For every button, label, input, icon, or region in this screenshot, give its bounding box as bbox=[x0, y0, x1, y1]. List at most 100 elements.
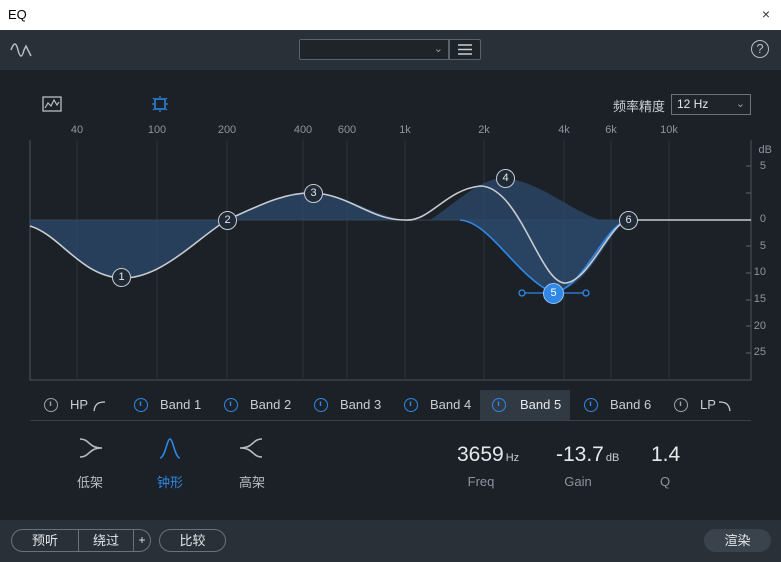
band-label: HP bbox=[70, 397, 89, 412]
preset-menu-button[interactable] bbox=[449, 39, 481, 60]
shape-label: 钟形 bbox=[156, 475, 183, 490]
shape-high-shelf[interactable]: 高架 bbox=[232, 436, 272, 492]
db-tick-label: 25 bbox=[753, 346, 766, 358]
eq-node-2[interactable]: 2 bbox=[218, 211, 237, 230]
shape-label: 高架 bbox=[238, 475, 265, 490]
band-tabs: HP Band 1 Band 2 Band 3 Band 4 Band 5 Ba… bbox=[30, 390, 751, 421]
freq-number: 3659 bbox=[457, 443, 504, 466]
power-icon[interactable] bbox=[404, 398, 418, 412]
power-icon[interactable] bbox=[224, 398, 238, 412]
node-label: 4 bbox=[502, 172, 509, 184]
eq-curve-icon[interactable] bbox=[10, 40, 32, 65]
node-label: 5 bbox=[550, 287, 557, 299]
freq-tick-label: 40 bbox=[70, 124, 84, 136]
bell-icon bbox=[159, 438, 181, 459]
shape-bell[interactable]: 钟形 bbox=[150, 436, 190, 492]
q-control[interactable]: 1.4 Q bbox=[635, 441, 695, 491]
db-tick-label: 20 bbox=[753, 320, 766, 332]
gain-value: -13.7 dB bbox=[556, 443, 619, 467]
toolbar: ⌄ ? bbox=[0, 30, 781, 70]
close-button[interactable]: × bbox=[756, 4, 776, 24]
power-icon[interactable] bbox=[492, 398, 506, 412]
band-label: Band 3 bbox=[340, 397, 382, 412]
render-button[interactable]: 渲染 bbox=[704, 529, 771, 552]
eq-node-1[interactable]: 1 bbox=[112, 268, 131, 287]
precision-dropdown[interactable]: 12 Hz ⌄ bbox=[671, 94, 751, 115]
power-icon[interactable] bbox=[584, 398, 598, 412]
freq-tick-label: 100 bbox=[147, 124, 167, 136]
freq-tick-label: 200 bbox=[217, 124, 237, 136]
q-label: Q bbox=[659, 474, 671, 489]
gain-unit: dB bbox=[605, 452, 620, 464]
band-tab-2[interactable]: Band 2 bbox=[222, 390, 302, 420]
band-label: Band 1 bbox=[160, 397, 202, 412]
hamburger-icon bbox=[458, 44, 472, 55]
freq-value: 3659 Hz bbox=[457, 443, 519, 467]
gain-control[interactable]: -13.7 dB Gain bbox=[548, 441, 628, 491]
eq-node-6[interactable]: 6 bbox=[619, 211, 638, 230]
band-tab-lp[interactable]: LP bbox=[672, 390, 742, 420]
freq-unit: Hz bbox=[505, 452, 520, 464]
freq-tick-label: 1k bbox=[399, 124, 411, 136]
high-shelf-icon bbox=[239, 438, 263, 458]
precision-label: 频率精度 bbox=[613, 99, 666, 114]
freq-label: Freq bbox=[467, 474, 495, 489]
db-tick-label: 5 bbox=[759, 160, 766, 172]
footer-bar: 预听 绕过 + 比较 渲染 bbox=[0, 520, 781, 562]
node-label: 3 bbox=[310, 187, 317, 199]
precision-value: 12 Hz bbox=[677, 97, 709, 111]
eq-node-3[interactable]: 3 bbox=[304, 184, 323, 203]
band-tab-hp[interactable]: HP bbox=[42, 390, 112, 420]
band-label: Band 5 bbox=[520, 397, 562, 412]
band-tab-3[interactable]: Band 3 bbox=[312, 390, 392, 420]
band-tab-5[interactable]: Band 5 bbox=[480, 390, 570, 420]
window-title: EQ bbox=[8, 7, 27, 22]
freq-tick-label: 10k bbox=[660, 124, 678, 136]
lowpass-curve-icon bbox=[718, 401, 731, 412]
node-label: 6 bbox=[625, 214, 632, 226]
shape-low-shelf[interactable]: 低架 bbox=[70, 436, 110, 492]
chevron-down-icon: ⌄ bbox=[735, 98, 745, 110]
gain-number: -13.7 bbox=[556, 443, 604, 466]
band-label: Band 6 bbox=[610, 397, 652, 412]
bypass-add-button[interactable]: + bbox=[133, 529, 151, 552]
preview-button[interactable]: 预听 bbox=[11, 529, 79, 552]
freq-tick-label: 6k bbox=[605, 124, 617, 136]
band-label: Band 4 bbox=[430, 397, 472, 412]
freq-tick-label: 2k bbox=[478, 124, 490, 136]
highpass-curve-icon bbox=[93, 401, 106, 412]
power-icon[interactable] bbox=[314, 398, 328, 412]
gain-label: Gain bbox=[564, 474, 592, 489]
spectrum-analyzer-icon[interactable] bbox=[42, 96, 62, 117]
q-value: 1.4 bbox=[651, 443, 681, 466]
compare-button[interactable]: 比较 bbox=[159, 529, 226, 552]
freq-control[interactable]: 3659 Hz Freq bbox=[451, 441, 531, 491]
freq-tick-label: 400 bbox=[293, 124, 313, 136]
node-label: 2 bbox=[224, 214, 231, 226]
db-unit-label: dB bbox=[758, 144, 772, 156]
preset-dropdown[interactable]: ⌄ bbox=[299, 39, 449, 60]
band-label: LP bbox=[700, 397, 716, 412]
help-icon[interactable]: ? bbox=[751, 40, 769, 58]
db-tick-label: 15 bbox=[753, 293, 766, 305]
shape-label: 低架 bbox=[76, 475, 103, 490]
band-tab-6[interactable]: Band 6 bbox=[582, 390, 662, 420]
power-icon[interactable] bbox=[44, 398, 58, 412]
power-icon[interactable] bbox=[674, 398, 688, 412]
band-label: Band 2 bbox=[250, 397, 292, 412]
freq-tick-label: 4k bbox=[558, 124, 570, 136]
band-tab-4[interactable]: Band 4 bbox=[402, 390, 482, 420]
node-label: 1 bbox=[118, 271, 125, 283]
node-select-icon[interactable] bbox=[150, 95, 170, 118]
bypass-button[interactable]: 绕过 bbox=[78, 529, 134, 552]
db-tick-label: 10 bbox=[753, 266, 766, 278]
freq-tick-label: 600 bbox=[337, 124, 357, 136]
eq-node-4[interactable]: 4 bbox=[496, 169, 515, 188]
title-bar: EQ × bbox=[0, 0, 781, 30]
low-shelf-icon bbox=[79, 438, 103, 458]
power-icon[interactable] bbox=[134, 398, 148, 412]
band-tab-1[interactable]: Band 1 bbox=[132, 390, 212, 420]
eq-node-5[interactable]: 5 bbox=[543, 283, 564, 304]
db-tick-label: 0 bbox=[759, 213, 766, 225]
chevron-down-icon: ⌄ bbox=[433, 43, 443, 55]
